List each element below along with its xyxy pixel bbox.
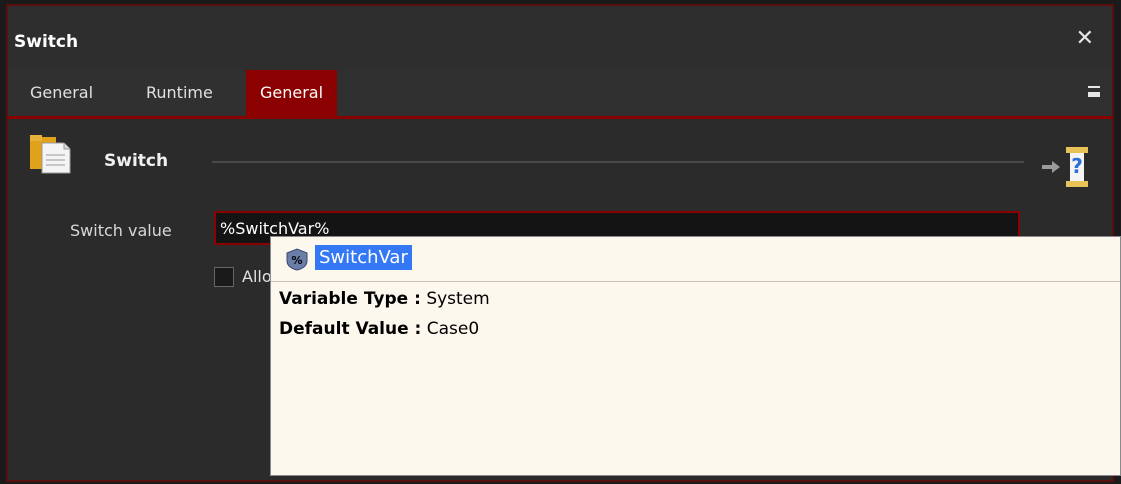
tab-menu-icon[interactable]	[1088, 84, 1102, 100]
default-value-label: Default Value :	[279, 319, 422, 339]
svg-text:%: %	[291, 254, 302, 267]
title-bar: Switch ✕	[8, 6, 1112, 74]
variable-type-label: Variable Type :	[279, 289, 421, 309]
variable-type-row: Variable Type : System	[279, 289, 490, 309]
help-icon[interactable]: ?	[1040, 145, 1092, 189]
switch-value-label: Switch value	[70, 221, 172, 240]
dialog-title: Switch	[14, 32, 79, 52]
tab-general[interactable]: General	[16, 70, 107, 116]
default-value-value: Case0	[426, 319, 480, 339]
close-button[interactable]: ✕	[1076, 26, 1094, 51]
variable-type-value: System	[426, 289, 490, 309]
folder-icon	[30, 135, 71, 174]
tab-runtime[interactable]: Runtime	[132, 70, 227, 116]
tab-bar: General Runtime General	[8, 70, 1112, 119]
default-value-row: Default Value : Case0	[279, 319, 479, 339]
autocomplete-item[interactable]: % SwitchVar	[271, 237, 1120, 282]
variable-icon: %	[286, 248, 308, 271]
allow-checkbox-label: Allo	[242, 267, 272, 286]
svg-text:?: ?	[1071, 154, 1083, 178]
section-title: Switch	[104, 151, 169, 171]
section-divider	[212, 161, 1024, 163]
allow-checkbox[interactable]	[214, 267, 234, 287]
tab-general-active[interactable]: General	[246, 70, 338, 116]
autocomplete-popup: % SwitchVar Variable Type : System Defau…	[270, 236, 1121, 476]
variable-name[interactable]: SwitchVar	[315, 245, 412, 270]
